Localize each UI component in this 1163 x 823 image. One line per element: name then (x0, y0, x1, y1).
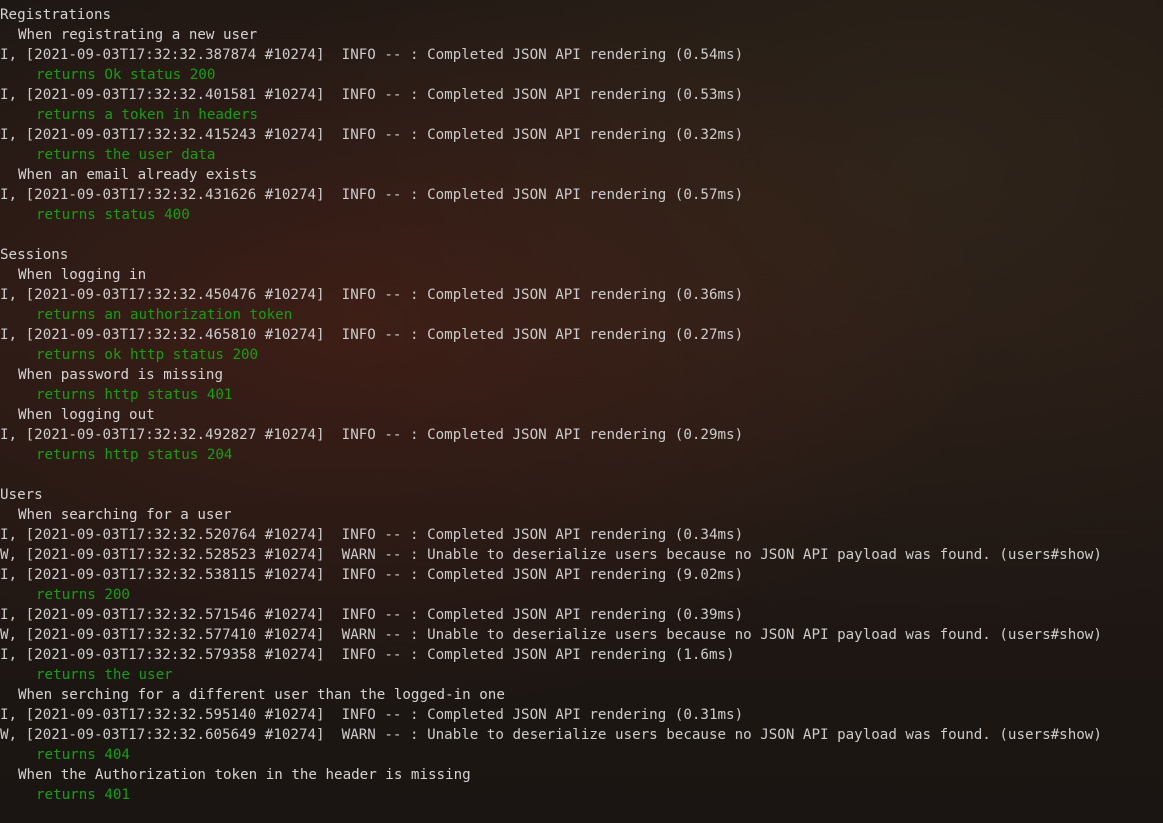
log-line: I, [2021-09-03T17:32:32.492827 #10274] I… (0, 427, 744, 443)
log-line: I, [2021-09-03T17:32:32.595140 #10274] I… (0, 707, 744, 723)
context-heading: When logging out (18, 407, 155, 423)
passing-example: returns http status 204 (36, 447, 233, 463)
log-line: W, [2021-09-03T17:32:32.605649 #10274] W… (0, 727, 1102, 743)
log-line: I, [2021-09-03T17:32:32.571546 #10274] I… (0, 607, 744, 623)
log-line: I, [2021-09-03T17:32:32.579358 #10274] I… (0, 647, 735, 663)
passing-example: returns Ok status 200 (36, 67, 216, 83)
passing-example: returns the user (36, 667, 173, 683)
terminal-output[interactable]: Registrations When registrating a new use… (0, 5, 1163, 823)
passing-example: returns status 400 (36, 207, 190, 223)
passing-example: returns an authorization token (36, 307, 293, 323)
context-heading: When serching for a different user than … (18, 687, 505, 703)
log-line: I, [2021-09-03T17:32:32.520764 #10274] I… (0, 527, 744, 543)
context-heading: When searching for a user (18, 507, 232, 523)
log-line: I, [2021-09-03T17:32:32.465810 #10274] I… (0, 327, 744, 343)
log-line: I, [2021-09-03T17:32:32.538115 #10274] I… (0, 567, 744, 583)
log-line: W, [2021-09-03T17:32:32.577410 #10274] W… (0, 627, 1102, 643)
passing-example: returns ok http status 200 (36, 347, 259, 363)
context-heading: When password is missing (18, 367, 223, 383)
passing-example: returns http status 401 (36, 387, 233, 403)
context-heading: When an email already exists (18, 167, 258, 183)
passing-example: returns 401 (36, 787, 130, 803)
log-line: I, [2021-09-03T17:32:32.401581 #10274] I… (0, 87, 744, 103)
log-line: I, [2021-09-03T17:32:32.431626 #10274] I… (0, 187, 744, 203)
passing-example: returns 200 (36, 587, 130, 603)
suite-heading: Sessions (0, 247, 69, 263)
log-line: I, [2021-09-03T17:32:32.387874 #10274] I… (0, 47, 744, 63)
suite-heading: Registrations (0, 7, 112, 23)
log-line: I, [2021-09-03T17:32:32.450476 #10274] I… (0, 287, 744, 303)
suite-heading: Users (0, 487, 43, 503)
log-line: I, [2021-09-03T17:32:32.415243 #10274] I… (0, 127, 744, 143)
context-heading: When registrating a new user (18, 27, 258, 43)
context-heading: When the Authorization token in the head… (18, 767, 471, 783)
passing-example: returns a token in headers (36, 107, 259, 123)
passing-example: returns 404 (36, 747, 130, 763)
context-heading: When logging in (18, 267, 147, 283)
passing-example: returns the user data (36, 147, 216, 163)
log-line: W, [2021-09-03T17:32:32.528523 #10274] W… (0, 547, 1102, 563)
